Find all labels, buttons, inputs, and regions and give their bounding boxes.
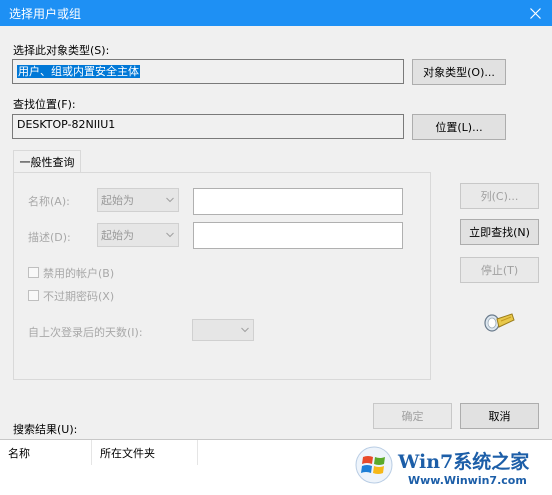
non-expiring-checkbox[interactable]: [28, 290, 39, 301]
description-input[interactable]: [193, 222, 403, 249]
description-label: 描述(D):: [28, 231, 71, 244]
windows-logo-icon: [355, 446, 393, 484]
chevron-down-icon: [241, 327, 249, 333]
name-mode-value: 起始为: [101, 194, 134, 207]
disabled-accounts-checkbox[interactable]: [28, 267, 39, 278]
object-types-button[interactable]: 对象类型(O)...: [412, 59, 506, 85]
columns-button[interactable]: 列(C)...: [460, 183, 539, 209]
find-now-button[interactable]: 立即查找(N): [460, 219, 539, 245]
location-label: 查找位置(F):: [13, 98, 76, 111]
ok-button[interactable]: 确定: [373, 403, 452, 429]
search-flashlight-icon: [483, 311, 515, 336]
description-mode-value: 起始为: [101, 229, 134, 242]
disabled-accounts-label: 禁用的帐户(B): [43, 267, 115, 280]
watermark-brand: Win7系统之家: [398, 451, 530, 473]
search-results-label: 搜索结果(U):: [13, 423, 78, 436]
tab-general-query[interactable]: 一般性查询: [13, 150, 81, 173]
stop-button[interactable]: 停止(T): [460, 257, 539, 283]
locations-button[interactable]: 位置(L)...: [412, 114, 506, 140]
object-type-label: 选择此对象类型(S):: [13, 44, 110, 57]
name-label: 名称(A):: [28, 195, 70, 208]
watermark-url: Www.Winwin7.com: [408, 474, 527, 487]
watermark: Win7系统之家 Www.Winwin7.com: [352, 443, 550, 491]
column-header-name[interactable]: 名称: [0, 440, 92, 465]
object-type-value: 用户、组或内置安全主体: [17, 65, 140, 78]
chevron-down-icon: [166, 197, 174, 203]
chevron-down-icon: [166, 232, 174, 238]
cancel-button[interactable]: 取消: [460, 403, 539, 429]
close-icon: [529, 7, 541, 19]
days-select[interactable]: [192, 319, 254, 341]
close-button[interactable]: [518, 0, 552, 26]
non-expiring-label: 不过期密码(X): [43, 290, 115, 303]
window-title: 选择用户或组: [9, 7, 82, 21]
column-header-folder[interactable]: 所在文件夹: [92, 440, 198, 465]
object-type-field: 用户、组或内置安全主体: [12, 59, 404, 84]
location-field: DESKTOP-82NIIU1: [12, 114, 404, 139]
days-since-logon-label: 自上次登录后的天数(I):: [28, 326, 143, 339]
title-bar: 选择用户或组: [0, 0, 552, 26]
name-input[interactable]: [193, 188, 403, 215]
description-mode-select[interactable]: 起始为: [97, 223, 179, 247]
name-mode-select[interactable]: 起始为: [97, 188, 179, 212]
